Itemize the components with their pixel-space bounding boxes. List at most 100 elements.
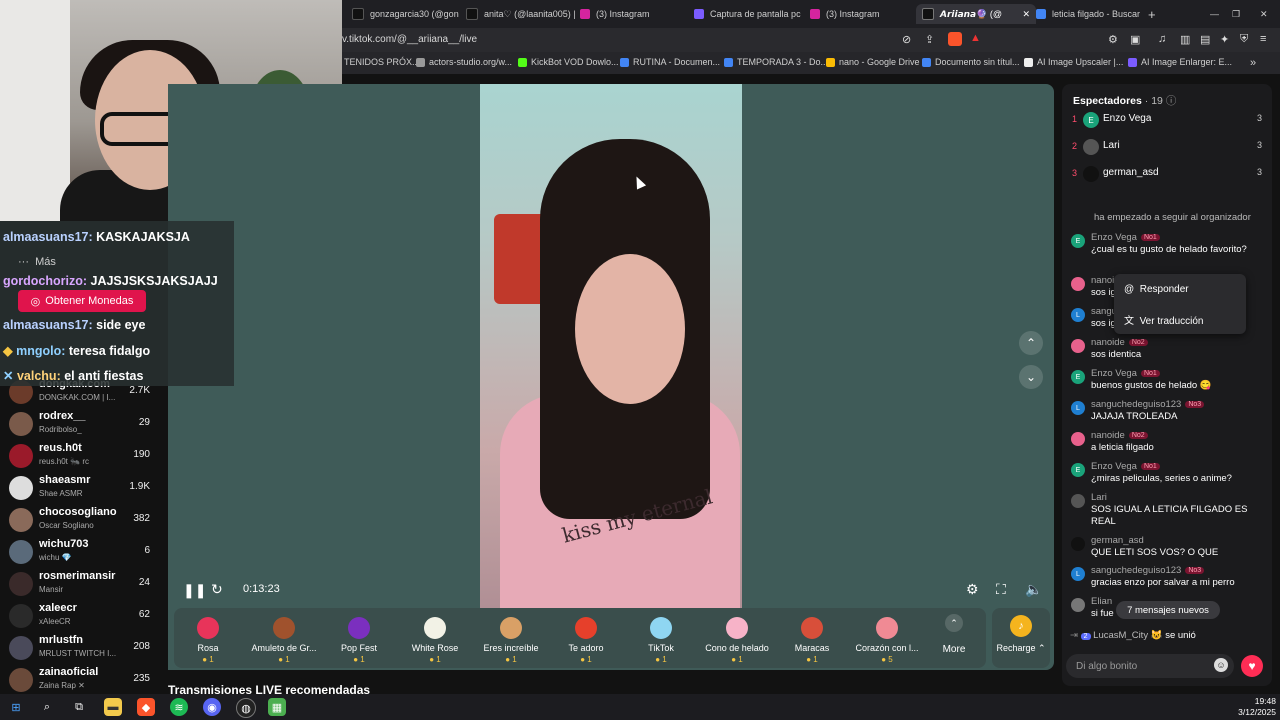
chat-message[interactable]: nanoide No2 sos identica xyxy=(1070,337,1266,361)
bookmark-item[interactable]: RUTINA - Documen... xyxy=(620,57,720,67)
browser-tab[interactable]: Captura de pantalla pc xyxy=(688,4,812,24)
chat-message[interactable]: E Enzo Vega No1 buenos gustos de helado 😋 xyxy=(1070,368,1266,392)
top-viewer[interactable]: 1 E Enzo Vega 3 xyxy=(1070,110,1266,132)
chat-message[interactable]: nanoide No2 a leticia filgado xyxy=(1070,430,1266,454)
white-rose-gift-icon xyxy=(424,617,446,639)
media-icon[interactable]: ♫ xyxy=(1158,33,1166,45)
bookmark-item[interactable]: TENIDOS PRÓX... xyxy=(344,57,420,67)
creator-item[interactable]: xaleecr xAleeCR 62 xyxy=(0,600,168,632)
creator-item[interactable]: mrlustfn MRLUST TWITCH I... 208 xyxy=(0,632,168,664)
gift-item[interactable]: Te adoro ● 1 xyxy=(550,611,622,664)
vpn-icon[interactable]: ⛨ xyxy=(1240,33,1248,46)
bookmark-item[interactable]: AI Image Upscaler |... xyxy=(1024,57,1123,67)
info-icon[interactable]: ⓘ xyxy=(1166,95,1177,107)
volume-icon[interactable]: 🔈 xyxy=(1025,581,1042,598)
chat-username: sanguchedeguiso123 No3 xyxy=(1091,565,1205,576)
bookmark-item[interactable]: Documento sin títul... xyxy=(922,57,1020,67)
gift-item[interactable]: Pop Fest ● 1 xyxy=(323,611,395,664)
obs-icon[interactable]: ◍ xyxy=(236,698,256,718)
file-explorer-icon[interactable]: ▬ xyxy=(104,698,122,716)
recharge-button[interactable]: ♪ Recharge ⌃ xyxy=(992,608,1050,668)
spotify-icon[interactable]: ≋ xyxy=(170,698,188,716)
gift-item[interactable]: Rosa ● 1 xyxy=(172,611,244,664)
gift-item[interactable]: TikTok ● 1 xyxy=(625,611,697,664)
reply-menu-item[interactable]: @ Responder xyxy=(1124,284,1189,295)
chat-message[interactable]: german_asd QUE LETI SOS VOS? O QUE xyxy=(1070,535,1266,559)
creator-item[interactable]: rodrex__ Rodribolso_ 29 xyxy=(0,408,168,440)
wallet-icon[interactable]: ▤ xyxy=(1200,33,1210,46)
tab-close-icon[interactable]: ✕ xyxy=(1022,9,1030,20)
extensions-icon[interactable]: ⚙ xyxy=(1108,33,1118,46)
browser-tab[interactable]: leticia filgado - Buscar xyxy=(1030,4,1152,24)
gift-item[interactable]: Corazón con l... ● 5 xyxy=(851,611,923,664)
url-text[interactable]: v.tiktok.com/@__ariiana__/live xyxy=(342,34,477,45)
previous-live-button[interactable]: ⌃ xyxy=(1019,331,1043,355)
overlay-chat-line: almaasuans17: KASKAJAKSJA xyxy=(3,230,190,244)
creator-item[interactable]: chocosogliano Oscar Sogliano 382 xyxy=(0,504,168,536)
chat-input[interactable]: Di algo bonito xyxy=(1066,654,1234,678)
close-window-icon[interactable]: ✕ xyxy=(1254,4,1280,24)
like-heart-button[interactable]: ♥ xyxy=(1241,655,1263,677)
reader-mode-icon[interactable]: ⊘ xyxy=(902,33,911,46)
bookmark-item[interactable]: TEMPORADA 3 - Do... xyxy=(724,57,828,67)
pause-icon[interactable]: ❚❚ xyxy=(183,582,206,599)
chat-message[interactable]: Lsanguchedeguiso123 No3 JAJAJA TROLEADA xyxy=(1070,399,1266,423)
browser-tab-active[interactable]: 𝘼𝙧𝙞𝙞𝙖𝙣𝙖🔮 (@ ✕ xyxy=(916,4,1036,24)
translate-menu-item[interactable]: 文 Ver traducción xyxy=(1124,312,1204,327)
bookmark-item[interactable]: AI Image Enlarger: E... xyxy=(1128,57,1232,67)
search-icon[interactable]: ⌕ xyxy=(38,698,56,716)
gift-item[interactable]: Cono de helado ● 1 xyxy=(701,611,773,664)
bookmarks-overflow-icon[interactable]: » xyxy=(1250,57,1256,69)
leo-ai-icon[interactable]: ✦ xyxy=(1220,33,1229,46)
live-video[interactable]: kiss my eternal xyxy=(480,84,742,608)
emoji-icon[interactable]: ☺ xyxy=(1214,658,1228,672)
sidebar-icon[interactable]: ▥ xyxy=(1180,33,1190,46)
gift-price-value: 1 xyxy=(813,655,818,664)
chat-message[interactable]: Lsanguchedeguiso123 No3 gracias enzo por s… xyxy=(1070,565,1266,589)
refresh-icon[interactable]: ↻ xyxy=(211,581,223,598)
gift-item[interactable]: Amuleto de Gr... ● 1 xyxy=(248,611,320,664)
brave-shield-icon[interactable] xyxy=(948,32,962,46)
bookmark-item[interactable]: actors-studio.org/w... xyxy=(416,57,512,67)
gift-item[interactable]: Eres increíble ● 1 xyxy=(475,611,547,664)
creator-item[interactable]: shaeasmr Shae ASMR 1.9K xyxy=(0,472,168,504)
gift-item[interactable]: Maracas ● 1 xyxy=(776,611,848,664)
screenshot-tool-icon[interactable]: ▣ xyxy=(1130,33,1140,46)
bookmark-item[interactable]: KickBot VOD Dowlo... xyxy=(518,57,619,67)
menu-icon[interactable]: ≡ xyxy=(1260,33,1266,45)
creator-item[interactable]: zainaoficial Zaina Rap ✕ 235 xyxy=(0,664,168,696)
brave-browser-icon[interactable]: ◆ xyxy=(137,698,155,716)
browser-tab[interactable]: anita♡ (@laanita005) | xyxy=(460,4,580,24)
new-messages-pill[interactable]: 7 mensajes nuevos xyxy=(1116,601,1220,619)
task-view-icon[interactable]: ⧉ xyxy=(70,698,88,716)
chat-message[interactable]: E Enzo Vega No1 ¿miras peliculas, series o … xyxy=(1070,461,1266,485)
more-menu-item[interactable]: ··· Más xyxy=(18,256,56,268)
windows-start-icon[interactable]: ⊞ xyxy=(7,698,25,716)
next-live-button[interactable]: ⌄ xyxy=(1019,365,1043,389)
share-icon[interactable]: ⇪ xyxy=(925,33,934,46)
creator-item[interactable]: wichu703 wichu 💎 6 xyxy=(0,536,168,568)
minecraft-icon[interactable]: ▦ xyxy=(268,698,286,716)
gift-item[interactable]: White Rose ● 1 xyxy=(399,611,471,664)
browser-tab[interactable]: gonzagarcia30 (@gon xyxy=(346,4,468,24)
join-notification: ⇥ 2 LucasM_City 😺 se unió xyxy=(1070,630,1196,641)
brave-rewards-icon[interactable]: ▲ xyxy=(970,32,981,44)
bookmark-item[interactable]: nano - Google Drive xyxy=(826,57,920,67)
creator-item[interactable]: reus.h0t reus.h0t 🐜 rc 190 xyxy=(0,440,168,472)
restore-icon[interactable]: ❐ xyxy=(1226,4,1252,24)
chat-message[interactable]: Lari SOS IGUAL A LETICIA FILGADO ES REAL xyxy=(1070,492,1266,528)
kick-icon xyxy=(518,57,527,67)
fullscreen-icon[interactable]: ⛶ xyxy=(996,581,1006,598)
top-viewer[interactable]: 3 german_asd 3 xyxy=(1070,164,1266,186)
chat-message[interactable]: E Enzo Vega No1 ¿cual es tu gusto de helado… xyxy=(1070,232,1266,266)
get-coins-button[interactable]: ◎ Obtener Monedas xyxy=(18,290,146,312)
new-tab-icon[interactable]: + xyxy=(1142,4,1170,24)
creator-item[interactable]: rosmerimansir Mansir 24 xyxy=(0,568,168,600)
browser-tab[interactable]: (3) Instagram xyxy=(574,4,694,24)
top-viewer[interactable]: 2 Lari 3 xyxy=(1070,137,1266,159)
settings-icon[interactable]: ⚙ xyxy=(966,581,979,598)
discord-icon[interactable]: ◉ xyxy=(203,698,221,716)
reply-label: Responder xyxy=(1139,284,1189,295)
more-gifts-button[interactable]: ⌃ More xyxy=(940,614,968,655)
browser-tab[interactable]: (3) Instagram xyxy=(804,4,924,24)
